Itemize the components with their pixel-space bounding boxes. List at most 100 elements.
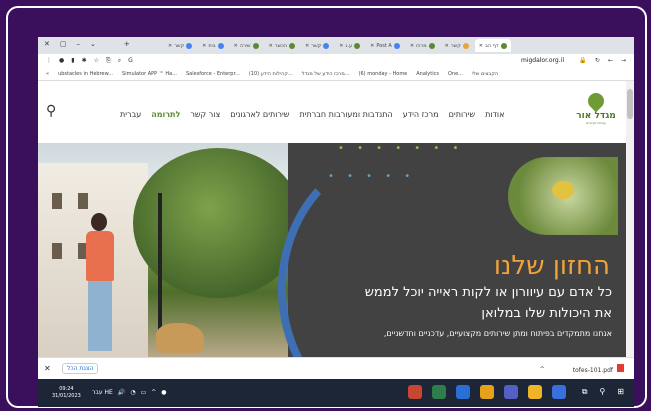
zoom-icon[interactable]: ⌕ bbox=[118, 57, 121, 65]
volume-icon[interactable]: 🔊 bbox=[118, 389, 125, 396]
nav-services[interactable]: שירותים bbox=[449, 110, 476, 119]
close-tab-icon[interactable]: ✕ bbox=[202, 43, 206, 49]
lock-icon[interactable]: 🔒 bbox=[579, 57, 586, 64]
site-header: ⚲ עברית לתרומה צור קשר שירותים לארגונים … bbox=[38, 81, 626, 143]
teams-icon[interactable] bbox=[504, 385, 518, 399]
browser-tab[interactable]: ✕ קשר bbox=[164, 39, 196, 52]
woman-figure-image bbox=[80, 213, 120, 357]
browser-tab[interactable]: ✕ מרכז bbox=[406, 39, 439, 52]
close-tab-icon[interactable]: ✕ bbox=[445, 43, 449, 49]
close-tab-icon[interactable]: ✕ bbox=[339, 43, 343, 49]
tab-label: שירה bbox=[239, 42, 251, 49]
decorative-dots-blue: • • • • • bbox=[328, 171, 416, 182]
tab-favicon-icon bbox=[186, 42, 193, 49]
browser-screenshot: ✕ ▢ – ⌄ + ✕ קשר ✕ בית ✕ שירה ✕ הכשר ✕ קשר ✕ ע.ג ✕ Pos… bbox=[38, 37, 634, 407]
hero-subtitle-line1: כל אדם עם עיוורון או לקות ראייה יוכל לממ… bbox=[364, 285, 612, 300]
battery-icon[interactable]: ▭ bbox=[141, 389, 147, 396]
bookmark-item[interactable]: Simulator APP ™ Ha... bbox=[122, 71, 177, 77]
windows-taskbar: 09:24 31/01/2023 עבר HE 🔊 ◔ ▭ ^ ● ⧉ ⚲ ⊞ bbox=[38, 379, 634, 407]
chevron-up-icon[interactable]: ^ bbox=[540, 366, 545, 373]
close-tab-icon[interactable]: ✕ bbox=[479, 43, 483, 49]
hero-subtitle-line3: אנחנו מתמקדים בפיתוח ומתן שירותים מקצועי… bbox=[383, 329, 612, 338]
url-field[interactable]: migdalor.org.il bbox=[521, 57, 564, 64]
back-icon[interactable]: ← bbox=[608, 57, 613, 64]
site-logo[interactable]: מגדל אור עמותה לעיוורים bbox=[576, 89, 616, 129]
nav-volunteer[interactable]: התנדבות ומעורבות חברתית bbox=[299, 110, 392, 119]
sidepanel-icon[interactable]: ▮ bbox=[71, 57, 74, 65]
nav-buttons: 🔒 ↻ ← → bbox=[579, 57, 626, 64]
close-tab-icon[interactable]: ✕ bbox=[168, 43, 172, 49]
browser-tab[interactable]: ✕ קשר bbox=[441, 39, 473, 52]
menu-icon[interactable]: ⋮ bbox=[46, 57, 52, 65]
tab-favicon-icon bbox=[217, 42, 224, 49]
share-icon[interactable]: ⎘ bbox=[106, 57, 111, 65]
taskbar-search-icon[interactable]: ⚲ bbox=[599, 387, 605, 397]
close-tab-icon[interactable]: ✕ bbox=[305, 43, 309, 49]
browser-tab[interactable]: ✕ Post A bbox=[366, 39, 404, 52]
close-downloads-icon[interactable]: ✕ bbox=[44, 364, 51, 373]
translate-icon[interactable]: G bbox=[128, 57, 133, 65]
restore-icon[interactable]: ▢ bbox=[60, 40, 67, 48]
chrome-icon[interactable] bbox=[480, 385, 494, 399]
nav-contact[interactable]: צור קשר bbox=[190, 110, 220, 119]
download-item[interactable]: ^ tofes-101.pdf bbox=[540, 364, 624, 374]
outlook-icon[interactable] bbox=[456, 385, 470, 399]
nav-org-services[interactable]: שירותים לארגונים bbox=[230, 110, 289, 119]
bookmark-more-icon[interactable]: « bbox=[46, 71, 49, 77]
close-window-icon[interactable]: ✕ bbox=[44, 40, 50, 48]
bookmark-item[interactable]: ubstacles in Hebrew... bbox=[58, 71, 113, 77]
browser-tab[interactable]: ✕ הכשר bbox=[265, 39, 299, 52]
logo-name: מגדל אור bbox=[576, 111, 616, 121]
close-tab-icon[interactable]: ✕ bbox=[410, 43, 414, 49]
close-tab-icon[interactable]: ✕ bbox=[234, 43, 238, 49]
excel-icon[interactable] bbox=[432, 385, 446, 399]
notification-icon[interactable]: ● bbox=[161, 389, 166, 396]
show-all-downloads-button[interactable]: הצגת הכל bbox=[62, 363, 99, 374]
bookmark-item[interactable]: Analytics bbox=[416, 71, 439, 77]
bookmark-item[interactable]: (6) monday - Home bbox=[359, 71, 408, 77]
browser-tab[interactable]: ✕ קשר bbox=[301, 39, 333, 52]
browser-tab[interactable]: ✕ שירה bbox=[230, 39, 263, 52]
nav-knowledge[interactable]: מרכז הידע bbox=[403, 110, 439, 119]
minimize-icon[interactable]: – bbox=[77, 40, 81, 48]
bookmark-item[interactable]: (10) קהילות הידע... bbox=[249, 71, 293, 77]
browser-tab[interactable]: ✕ ע.ג bbox=[335, 39, 364, 52]
forward-icon[interactable]: → bbox=[621, 57, 626, 64]
bookmark-item[interactable]: מרכז הידע של מגדל... bbox=[302, 71, 350, 77]
browser-tab[interactable]: ✕ דף הב bbox=[474, 39, 511, 52]
bookmark-star-icon[interactable]: ☆ bbox=[94, 57, 99, 65]
nav-language[interactable]: עברית bbox=[120, 110, 141, 119]
close-tab-icon[interactable]: ✕ bbox=[269, 43, 273, 49]
clock-time: 09:24 bbox=[59, 386, 74, 392]
bookmarks-bar: « ubstacles in Hebrew... Simulator APP ™… bbox=[38, 68, 634, 81]
nav-about[interactable]: אודות bbox=[485, 110, 504, 119]
scrollbar-thumb[interactable] bbox=[627, 89, 633, 119]
hero-title: החזון שלנו bbox=[493, 251, 610, 281]
tab-list-icon[interactable]: ⌄ bbox=[90, 40, 96, 48]
task-view-icon[interactable]: ⧉ bbox=[582, 387, 588, 397]
page-scrollbar[interactable] bbox=[626, 81, 634, 357]
wifi-icon[interactable]: ◔ bbox=[130, 389, 135, 396]
language-indicator[interactable]: עבר HE bbox=[92, 389, 113, 396]
store-icon[interactable] bbox=[552, 385, 566, 399]
reload-icon[interactable]: ↻ bbox=[595, 57, 600, 64]
hero-subtitle-line2: את היכולות שלו במלואן bbox=[481, 306, 612, 321]
download-bar: ✕ הצגת הכל ^ tofes-101.pdf bbox=[38, 357, 634, 380]
bookmark-item[interactable]: הקבצים שלי bbox=[472, 71, 498, 77]
window-controls: ✕ ▢ – ⌄ + bbox=[44, 40, 130, 48]
powerpoint-icon[interactable] bbox=[408, 385, 422, 399]
search-icon[interactable]: ⚲ bbox=[46, 103, 56, 119]
nav-donate[interactable]: לתרומה bbox=[151, 110, 180, 119]
logo-subtitle: עמותה לעיוורים bbox=[586, 121, 606, 125]
close-tab-icon[interactable]: ✕ bbox=[370, 43, 374, 49]
chevron-up-tray-icon[interactable]: ^ bbox=[151, 389, 156, 396]
extensions-icon[interactable]: ✱ bbox=[82, 57, 87, 65]
bookmark-item[interactable]: One... bbox=[448, 71, 463, 77]
file-explorer-icon[interactable] bbox=[528, 385, 542, 399]
new-tab-icon[interactable]: + bbox=[124, 40, 130, 48]
browser-tab[interactable]: ✕ בית bbox=[198, 39, 228, 52]
bookmark-item[interactable]: Salesforce - Enterpr... bbox=[186, 71, 240, 77]
windows-start-icon[interactable]: ⊞ bbox=[617, 387, 624, 397]
profile-icon[interactable]: ● bbox=[59, 57, 64, 65]
taskbar-clock[interactable]: 09:24 31/01/2023 bbox=[52, 386, 81, 400]
